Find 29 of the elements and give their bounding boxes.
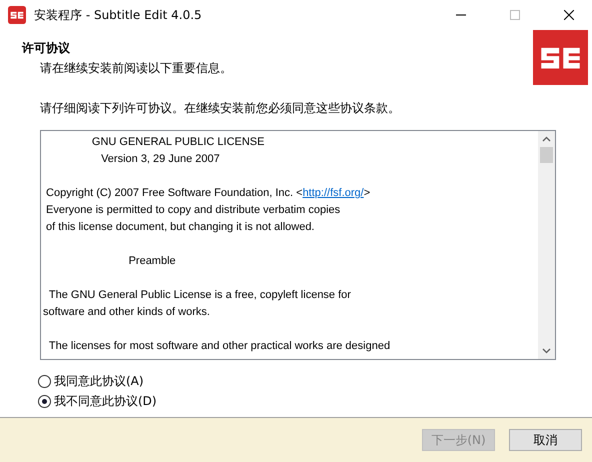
app-logo-icon xyxy=(8,6,26,24)
license-line: Everyone is permitted to copy and distribute verbatim copies xyxy=(45,203,342,218)
wizard-button[interactable]: 取消 xyxy=(509,429,582,451)
license-line: Version 3, 29 June 2007 xyxy=(100,152,221,167)
scroll-down-icon[interactable] xyxy=(542,348,551,354)
license-line: Copyright (C) 2007 Free Software Foundation, Inc. <http://fsf.org/> xyxy=(45,186,372,201)
radio-icon[interactable] xyxy=(38,395,51,408)
license-line: Preamble xyxy=(128,254,177,269)
license-line: The licenses for most software and other practical works are designed xyxy=(48,339,392,354)
instruction-text: 请仔细阅读下列许可协议。在继续安装前您必须同意这些协议条款。 xyxy=(40,100,401,117)
scroll-up-icon[interactable] xyxy=(542,136,551,142)
wizard-logo-icon xyxy=(533,30,588,85)
scroll-thumb[interactable] xyxy=(540,147,553,163)
minimize-icon xyxy=(456,14,466,16)
agreement-radio[interactable]: 我不同意此协议(D) xyxy=(38,393,157,410)
license-line: software and other kinds of works. xyxy=(43,305,211,320)
page-title: 许可协议 xyxy=(22,40,71,57)
window-title: 安装程序 - Subtitle Edit 4.0.5 xyxy=(34,6,203,24)
close-icon xyxy=(564,10,574,20)
radio-icon[interactable] xyxy=(38,375,51,388)
scrollbar[interactable] xyxy=(538,131,555,359)
agreement-radio[interactable]: 我同意此协议(A) xyxy=(38,373,144,390)
license-line: GNU GENERAL PUBLIC LICENSE xyxy=(90,135,266,150)
page-subtitle: 请在继续安装前阅读以下重要信息。 xyxy=(39,60,233,77)
license-link[interactable]: http://fsf.org/ xyxy=(302,187,364,199)
license-line: The GNU General Public License is a free, copyleft license for xyxy=(48,288,352,303)
license-text-area[interactable] xyxy=(40,130,556,360)
maximize-icon xyxy=(510,10,520,20)
license-line: of this license document, but changing it is not allowed. xyxy=(45,220,316,235)
